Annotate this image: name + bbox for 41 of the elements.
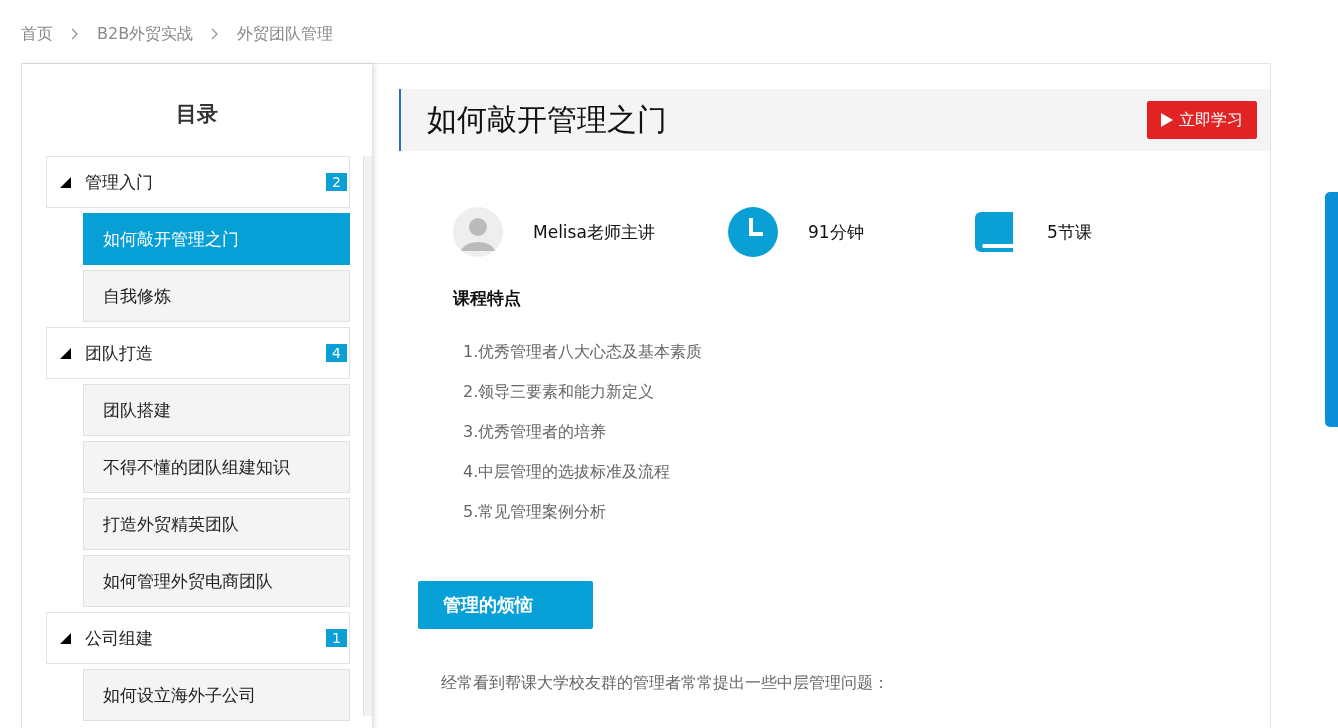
chevron-icon [211,28,220,40]
paragraph: 经常看到帮课大学校友群的管理者常常提出一些中层管理问题： [440,672,890,694]
course-title: 如何敲开管理之门 [427,100,667,139]
feature-item: 5.常见管理案例分析 [463,501,608,523]
lesson-item[interactable]: 团队搭建 [83,384,351,436]
count-badge: 4 [326,344,348,362]
chapter-label: 团队打造 [85,341,154,365]
chevron-icon [71,28,79,40]
chapter-header[interactable]: 团队打造 4 [46,327,351,379]
feature-item: 2.领导三要素和能力新定义 [463,381,656,403]
sidebar-title: 目录 [175,101,219,128]
lesson-item[interactable]: 自我修炼 [83,270,351,322]
avatar-icon [453,207,503,257]
scrollbar[interactable] [363,156,372,716]
info-text: 5节课 [1047,220,1092,244]
chapter-label: 公司组建 [85,626,154,650]
features-heading: 课程特点 [451,287,522,310]
lesson-item[interactable]: 不得不懂的团队组建知识 [83,441,351,493]
lesson-item[interactable]: 如何设立海外子公司 [83,669,351,721]
triangle-icon [60,632,71,644]
play-icon [1161,113,1173,127]
feature-item: 1.优秀管理者八大心态及基本素质 [463,341,704,363]
lesson-item[interactable]: 打造外贸精英团队 [83,498,351,550]
breadcrumb-link[interactable]: B2B外贸实战 [97,23,194,45]
triangle-icon [60,176,71,188]
lesson-item[interactable]: 如何管理外贸电商团队 [83,555,351,607]
chapter-label: 管理入门 [85,170,154,194]
feature-item: 3.优秀管理者的培养 [463,421,608,443]
count-badge: 1 [326,629,348,647]
info-text: Melisa老师主讲 [533,220,655,244]
feature-item: 4.中层管理的选拔标准及流程 [463,461,672,483]
side-panel[interactable] [1325,192,1338,427]
breadcrumb-link[interactable]: 首页 [21,23,53,45]
chapter-header[interactable]: 公司组建 1 [46,612,351,664]
chapter-header[interactable]: 管理入门 2 [46,156,351,208]
breadcrumb-link[interactable]: 外贸团队管理 [237,23,334,45]
clock-icon [728,207,778,257]
triangle-icon [60,347,71,359]
count-badge: 2 [326,173,348,191]
info-text: 91分钟 [808,220,864,244]
start-learning-button[interactable]: 立即学习 [1147,101,1257,139]
